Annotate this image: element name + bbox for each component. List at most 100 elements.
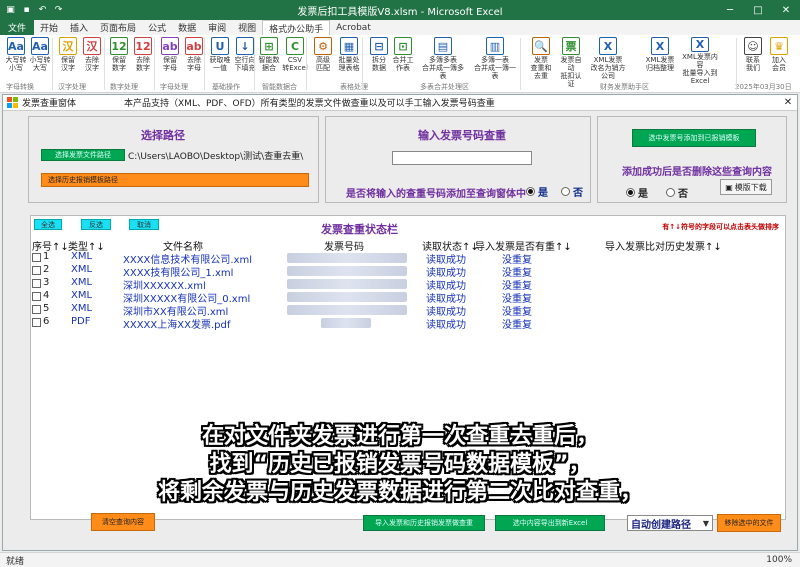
folder-path-field[interactable]: C:\Users\LAOBO\Desktop\测试\查重去重\: [125, 148, 312, 162]
tab-acrobat[interactable]: Acrobat: [330, 20, 377, 35]
table-row[interactable]: 6 PDF XXXXX上海XX发票.pdf XXXXXXXX 读取成功 没重复: [31, 316, 785, 331]
tab-review[interactable]: 审阅: [202, 20, 232, 35]
table-row[interactable]: 5XML深圳市XX有限公司.xml25XXXXXXXXXXXXXXXXXX读取成…: [31, 303, 785, 318]
tab-data[interactable]: 数据: [172, 20, 202, 35]
zoom-level[interactable]: 100%: [766, 555, 792, 565]
ribbon-button-17[interactable]: ▥ 多簿一表 合并成一簿一表: [472, 37, 518, 81]
ribbon-button-14[interactable]: ⊟ 拆分 数据: [366, 37, 392, 81]
row-checkbox[interactable]: [32, 318, 41, 327]
invert-selection-button[interactable]: 反选: [81, 219, 111, 230]
ribbon-button-10[interactable]: ⊞ 智能数 据合: [256, 37, 282, 81]
ribbon-button-5[interactable]: 12 去除 数字: [130, 37, 156, 81]
select-all-button[interactable]: 全选: [34, 219, 62, 230]
path-mode-select[interactable]: 自动创建路径 ▼: [627, 515, 713, 531]
table-row[interactable]: 3XML深圳XXXXXX.xml25XXXXXXXXXXXXXXXXXX读取成功…: [31, 277, 785, 292]
invoice-number-input[interactable]: [392, 151, 532, 165]
row-checkbox[interactable]: [32, 266, 41, 275]
clear-query-button[interactable]: 清空查询内容: [91, 513, 155, 531]
ribbon-button-label: 保留 数字: [112, 56, 126, 72]
ribbon-button-label: 多簿一表 合并成一簿一表: [474, 56, 516, 80]
ribbon-button-13[interactable]: ▦ 批量处 理表格: [336, 37, 362, 81]
redo-icon[interactable]: ↷: [52, 4, 65, 17]
delete-after-add-yes-radio[interactable]: 是: [626, 185, 648, 200]
add-to-history-button[interactable]: 选中发票号添加到已报销模板: [632, 129, 756, 147]
ribbon-button-0[interactable]: Aa 大写转 小写: [3, 37, 29, 81]
ribbon-button-label: 获取唯 一值: [209, 56, 231, 72]
ribbon-button-4[interactable]: 12 保留 数字: [106, 37, 132, 81]
tab-page-layout[interactable]: 页面布局: [94, 20, 142, 35]
form-close-icon[interactable]: ✕: [779, 95, 797, 110]
ribbon-button-18[interactable]: 🔍 发票 查重和去重: [528, 37, 554, 81]
ribbon-group-label: 数字处理: [110, 83, 138, 91]
tab-office-assistant[interactable]: 格式办公助手: [262, 20, 331, 35]
template-download-button[interactable]: ▣ 模版下载: [720, 179, 772, 195]
ribbon-separator: [204, 38, 205, 90]
delete-after-add-no-radio[interactable]: 否: [666, 185, 688, 200]
tab-insert[interactable]: 插入: [64, 20, 94, 35]
sort-hint: 有↑↓符号的字段可以点击表头做排序: [662, 223, 779, 231]
ribbon-button-3[interactable]: 汉去除 汉字: [79, 37, 105, 81]
remove-selected-files-button[interactable]: 移除选中的文件: [717, 514, 781, 532]
ribbon-button-label: 小写转 大写: [29, 56, 51, 72]
ribbon-button-icon: ⊡: [394, 37, 412, 55]
ribbon-button-11[interactable]: C CSV 转Excel: [282, 37, 308, 81]
ribbon-button-icon: 票: [562, 37, 580, 55]
ribbon-button-label: 保留 汉字: [61, 56, 75, 72]
table-row[interactable]: 4XML深圳XXXXX有限公司_0.xml25XXXXXXXXXXXXXXXXX…: [31, 290, 785, 305]
ribbon-button-21[interactable]: X XML发票 归档整理: [640, 37, 680, 81]
ribbon-button-icon: ♛: [770, 37, 788, 55]
table-row[interactable]: 1XMLXXXX信息技术有限公司.xml25XXXXXXXXXXXXXXXXXX…: [31, 251, 785, 266]
table-row[interactable]: 2XMLXXXX技有限公司_1.xml25XXXXXXXXXXXXXXXXXX读…: [31, 264, 785, 279]
ribbon-button-23[interactable]: ☺ 联系 我们: [740, 37, 766, 81]
ribbon-separator: [362, 38, 363, 90]
ribbon-button-icon: ☺: [744, 37, 762, 55]
cell-type: XML: [71, 277, 93, 288]
import-and-compare-button[interactable]: 导入发票和历史报销发票做查重: [363, 515, 485, 531]
ribbon-group-label: 智能数据合: [262, 83, 297, 91]
cell-type: XML: [71, 264, 93, 275]
ribbon-button-2[interactable]: 汉保留 汉字: [55, 37, 81, 81]
tab-formulas[interactable]: 公式: [142, 20, 172, 35]
tab-file[interactable]: 文件: [0, 20, 35, 35]
select-history-template-button[interactable]: 选择历史报销模板路径: [41, 173, 309, 187]
cancel-selection-button[interactable]: 取消: [129, 219, 159, 230]
ribbon-button-label: 批量处 理表格: [338, 56, 360, 72]
ribbon-separator: [736, 38, 737, 90]
row-checkbox[interactable]: [32, 279, 41, 288]
ribbon-button-15[interactable]: ⊡ 合并工 作表: [390, 37, 416, 81]
status-text: 就绪: [6, 556, 25, 567]
form-title-bar: 发票查重窗体 本产品支持（XML、PDF、OFD）所有类型的发票文件做查重以及可…: [3, 95, 797, 111]
ribbon-button-icon: ▥: [486, 37, 504, 55]
ribbon-button-24[interactable]: ♛ 加入 会员: [766, 37, 792, 81]
ribbon-button-19[interactable]: 票发票自动 抵扣认证: [558, 37, 584, 88]
row-checkbox[interactable]: [32, 305, 41, 314]
undo-icon[interactable]: ↶: [36, 4, 49, 17]
ribbon-button-label: XML发票 归档整理: [645, 56, 675, 72]
add-to-query-yes-radio[interactable]: 是: [526, 184, 548, 199]
path-panel: 选择路径 选择发票文件路径 C:\Users\LAOBO\Desktop\测试\…: [28, 116, 319, 203]
close-window-icon[interactable]: ✕: [772, 0, 800, 20]
ribbon-button-label: 大写转 小写: [5, 56, 27, 72]
select-folder-button[interactable]: 选择发票文件路径: [41, 149, 125, 161]
tab-home[interactable]: 开始: [34, 20, 64, 35]
ribbon-button-1[interactable]: Aa 小写转 大写: [27, 37, 53, 81]
title-bar: ▣ ▪ ↶ ↷ 发票后扣工具模版V8.xlsm - Microsoft Exce…: [0, 0, 800, 20]
cell-no: 4: [43, 290, 50, 301]
ribbon-group-label: 字母转换: [6, 83, 34, 91]
save-icon[interactable]: ▪: [20, 4, 33, 17]
ribbon-button-icon: X: [599, 37, 617, 55]
ribbon-button-22[interactable]: X XML发票内容 批量导入到Excel: [680, 37, 720, 85]
ribbon-button-12[interactable]: ⚙ 高级 匹配: [310, 37, 336, 81]
ribbon-button-6[interactable]: ab 保留 字母: [157, 37, 183, 81]
export-to-excel-button[interactable]: 选中内容导出到新Excel: [495, 515, 605, 531]
minimize-icon[interactable]: ─: [716, 0, 744, 20]
row-checkbox[interactable]: [32, 253, 41, 262]
maximize-icon[interactable]: □: [744, 0, 772, 20]
ribbon-button-16[interactable]: ▤ 多簿多表 合并成一簿多表: [420, 37, 466, 81]
add-to-query-no-radio[interactable]: 否: [561, 184, 583, 199]
list-title: 发票查重状态栏: [321, 223, 398, 236]
ribbon-button-8[interactable]: U 获取唯 一值: [207, 37, 233, 81]
ribbon-button-20[interactable]: X XML发票 改名为销方公司: [588, 37, 628, 81]
row-checkbox[interactable]: [32, 292, 41, 301]
tab-view[interactable]: 视图: [232, 20, 262, 35]
